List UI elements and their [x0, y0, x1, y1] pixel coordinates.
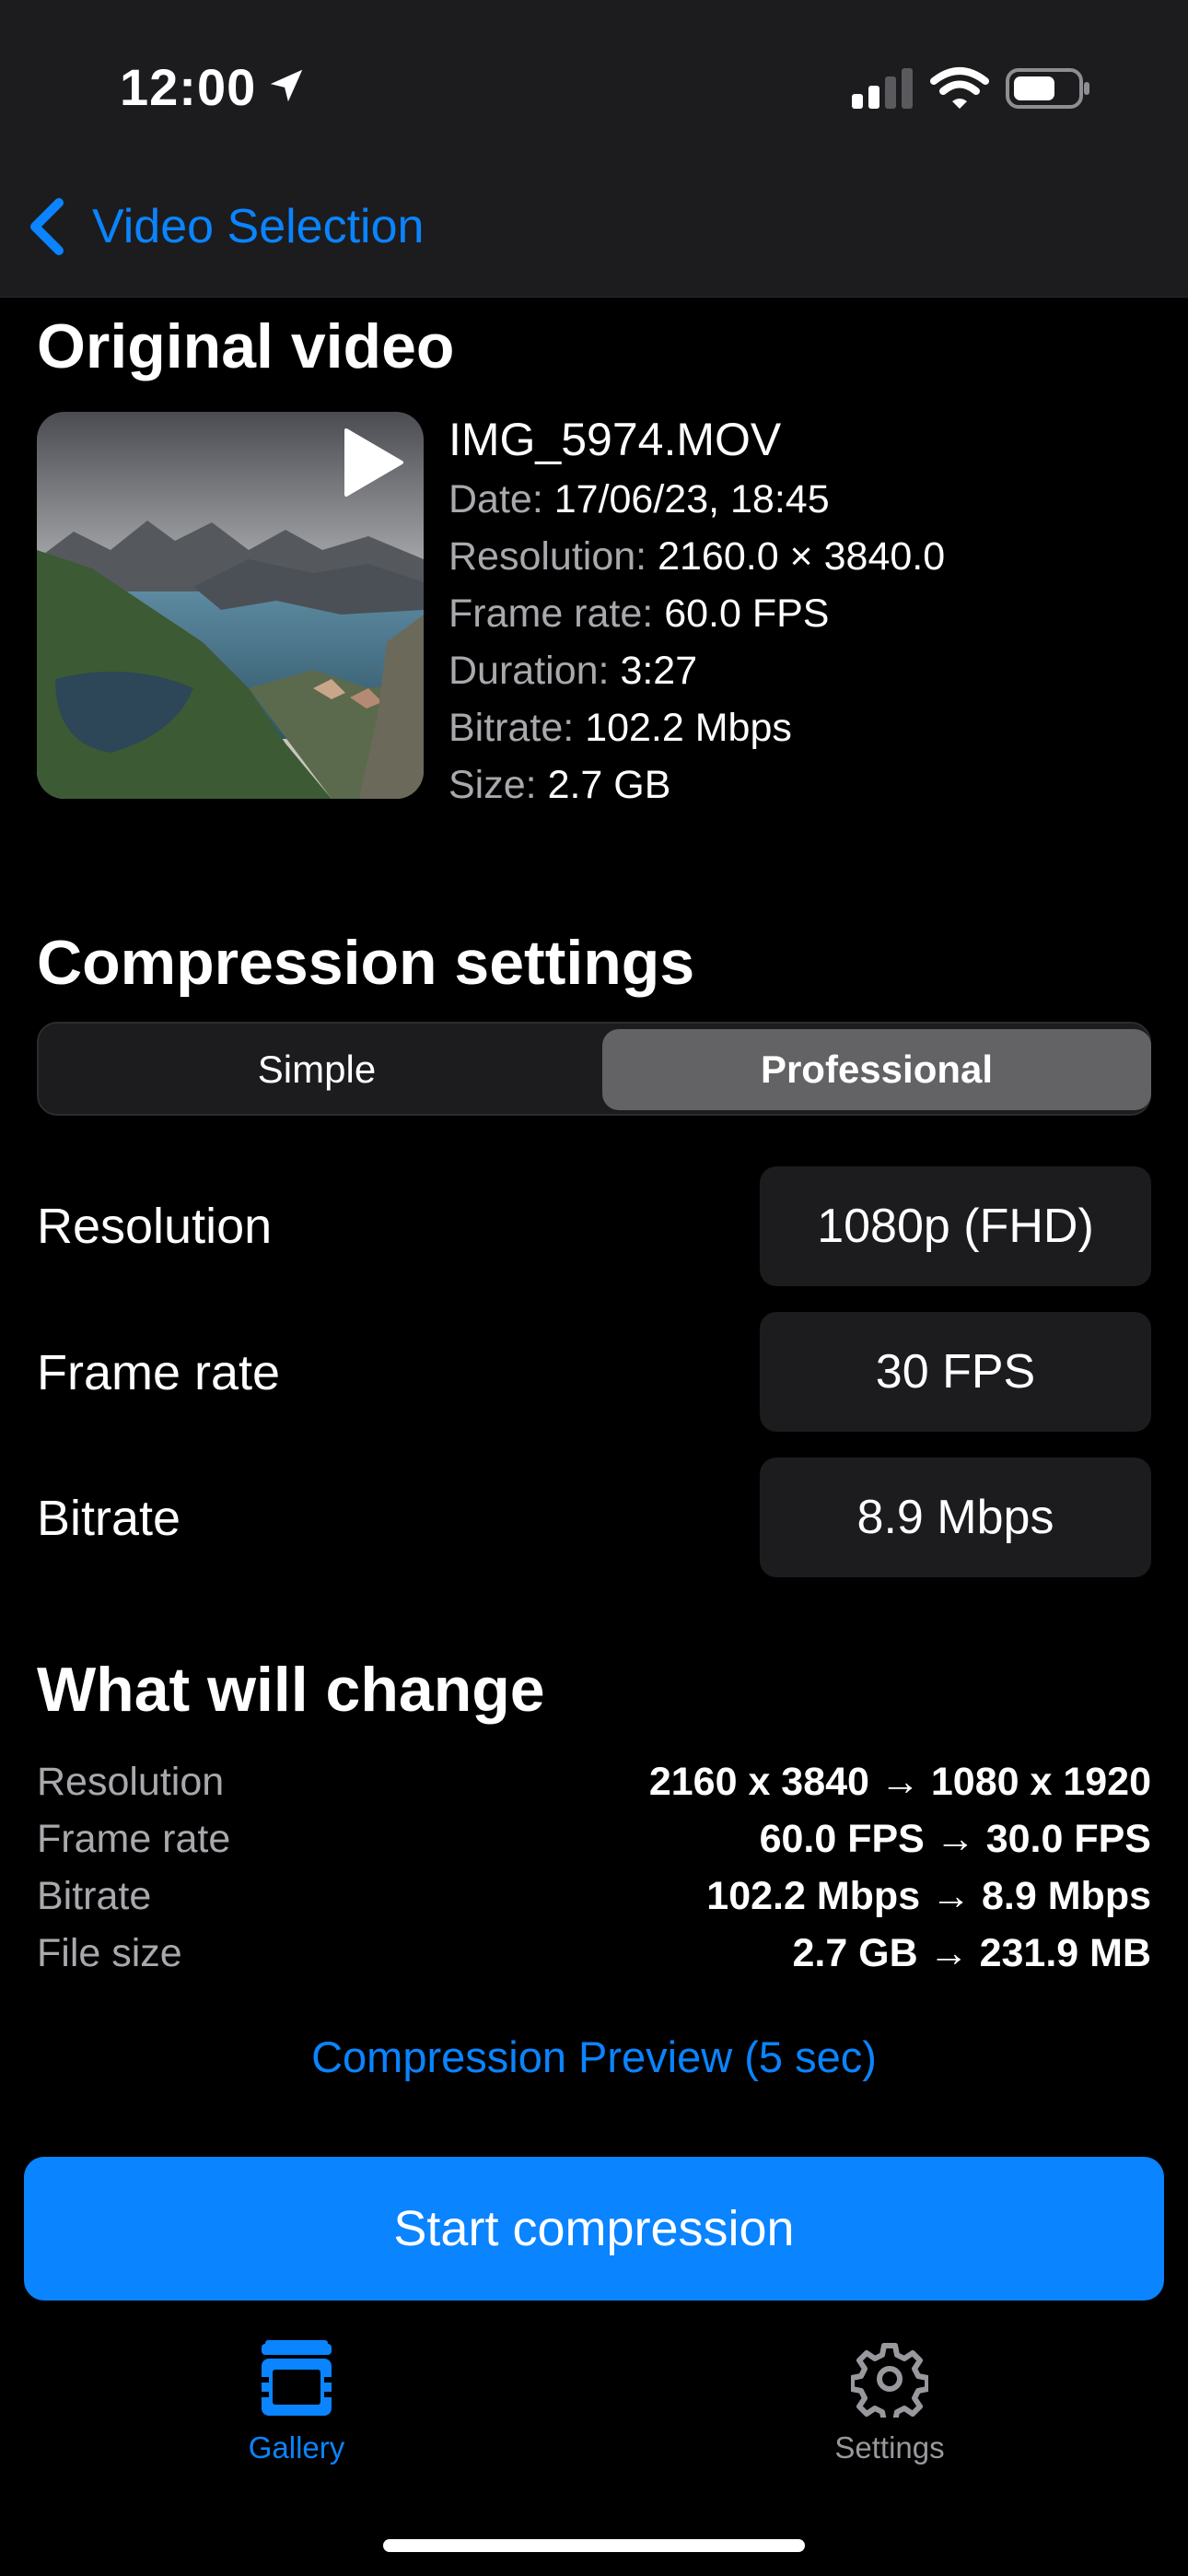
meta-duration: Duration: 3:27	[448, 649, 697, 694]
meta-value: 60.0 FPS	[664, 591, 830, 636]
meta-frame-rate: Frame rate: 60.0 FPS	[448, 591, 829, 637]
battery-icon	[1006, 68, 1089, 109]
segment-simple[interactable]: Simple	[42, 1029, 591, 1110]
change-value-frame-rate: 60.0 FPS → 30.0 FPS	[759, 1817, 1151, 1861]
back-label: Video Selection	[92, 200, 425, 253]
meta-bitrate: Bitrate: 102.2 Mbps	[448, 706, 792, 751]
meta-value: 2160.0 × 3840.0	[658, 534, 946, 579]
start-compression-button[interactable]: Start compression	[24, 2157, 1164, 2301]
tab-gallery[interactable]: Gallery	[204, 2340, 389, 2465]
bitrate-picker[interactable]: 8.9 Mbps	[760, 1458, 1151, 1577]
meta-label: Resolution:	[448, 534, 647, 579]
meta-label: Size:	[448, 763, 537, 807]
setting-label-frame-rate: Frame rate	[37, 1345, 281, 1400]
meta-label: Date:	[448, 477, 543, 521]
meta-date: Date: 17/06/23, 18:45	[448, 477, 830, 522]
cellular-signal-icon	[852, 68, 913, 109]
meta-value: 2.7 GB	[547, 763, 671, 807]
tab-label-settings: Settings	[834, 2430, 945, 2465]
meta-value: 17/06/23, 18:45	[553, 477, 830, 521]
meta-value: 102.2 Mbps	[585, 706, 792, 750]
mode-segmented-control: Simple Professional	[37, 1022, 1151, 1116]
change-label-bitrate: Bitrate	[37, 1874, 152, 1918]
change-value-resolution: 2160 x 3840 → 1080 x 1920	[648, 1760, 1151, 1804]
chevron-left-icon	[30, 198, 64, 255]
change-value-file-size: 2.7 GB → 231.9 MB	[792, 1931, 1151, 1975]
meta-label: Duration:	[448, 649, 610, 693]
setting-label-resolution: Resolution	[37, 1199, 273, 1254]
segment-professional[interactable]: Professional	[602, 1029, 1151, 1110]
tab-settings[interactable]: Settings	[798, 2340, 982, 2465]
compression-settings-title: Compression settings	[37, 928, 695, 998]
original-video-title: Original video	[37, 311, 455, 381]
video-filename: IMG_5974.MOV	[448, 414, 782, 465]
resolution-picker[interactable]: 1080p (FHD)	[760, 1166, 1151, 1286]
meta-resolution: Resolution: 2160.0 × 3840.0	[448, 534, 945, 580]
back-button[interactable]: Video Selection	[26, 193, 424, 260]
meta-size: Size: 2.7 GB	[448, 763, 670, 808]
what-will-change-title: What will change	[37, 1655, 545, 1725]
status-time: 12:00	[120, 58, 257, 116]
home-indicator	[383, 2539, 805, 2552]
change-value-bitrate: 102.2 Mbps → 8.9 Mbps	[706, 1874, 1151, 1918]
change-label-frame-rate: Frame rate	[37, 1817, 231, 1861]
compression-preview-link[interactable]: Compression Preview (5 sec)	[0, 2032, 1188, 2082]
tab-label-gallery: Gallery	[248, 2430, 345, 2465]
meta-label: Frame rate:	[448, 591, 654, 636]
setting-label-bitrate: Bitrate	[37, 1491, 181, 1546]
location-arrow-icon	[270, 69, 303, 102]
film-icon	[262, 2340, 332, 2416]
meta-value: 3:27	[620, 649, 698, 693]
frame-rate-picker[interactable]: 30 FPS	[760, 1312, 1151, 1432]
change-label-resolution: Resolution	[37, 1760, 225, 1804]
gear-icon	[851, 2343, 928, 2418]
change-label-file-size: File size	[37, 1931, 182, 1975]
wifi-icon	[930, 67, 989, 109]
play-icon[interactable]	[339, 427, 405, 498]
meta-label: Bitrate:	[448, 706, 575, 750]
